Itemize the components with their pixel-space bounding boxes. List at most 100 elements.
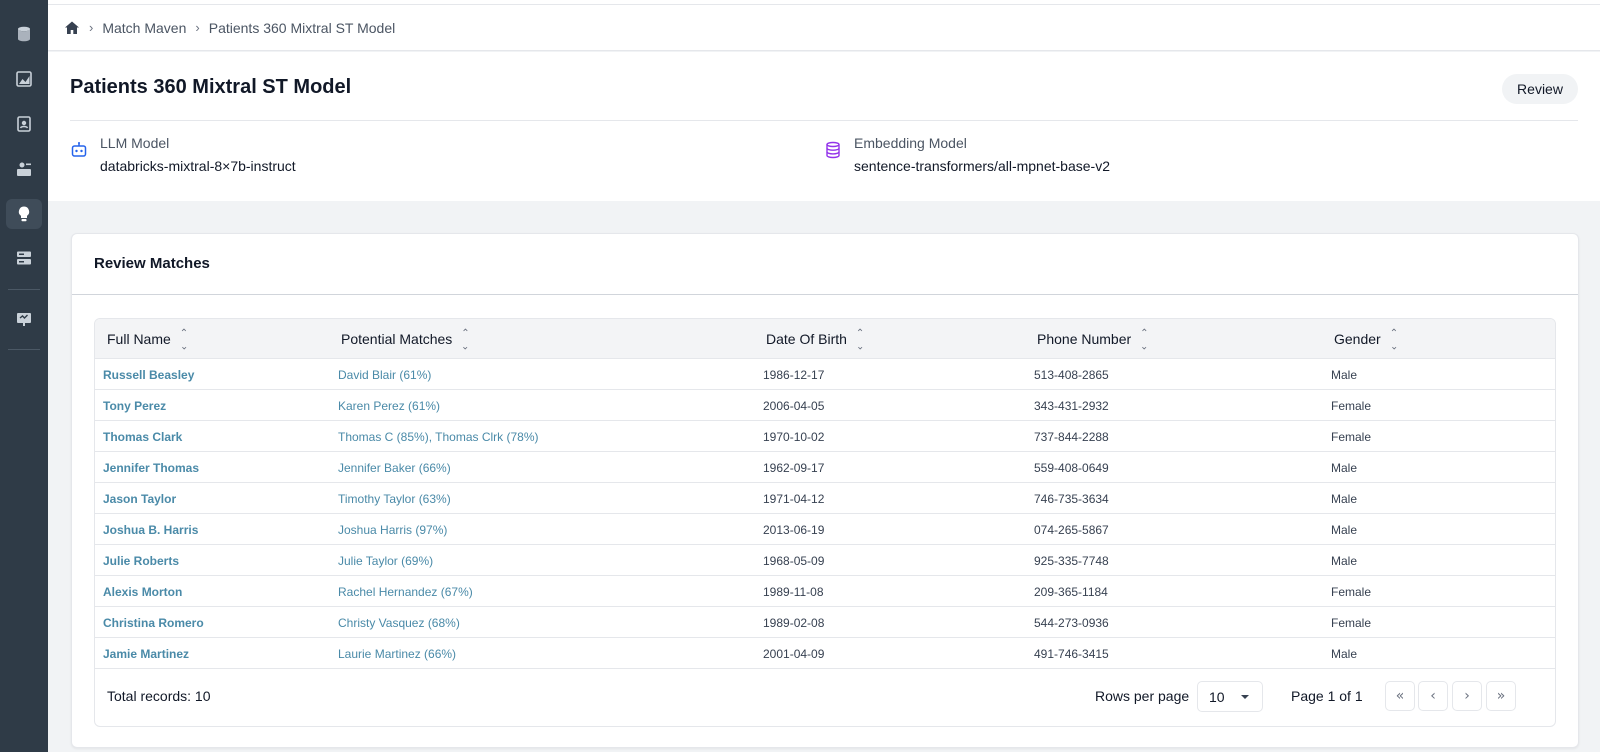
table-row: Alexis Morton Rachel Hernandez (67%) 198… (95, 576, 1555, 607)
sort-icon: ⌃ ⌃ (461, 328, 470, 351)
robot-icon (70, 141, 88, 159)
full-name-link[interactable]: Jamie Martinez (103, 638, 189, 669)
phone-number-cell: 737-844-2288 (1034, 429, 1109, 444)
full-name-link[interactable]: Thomas Clark (103, 421, 182, 452)
user-card-icon[interactable] (6, 154, 42, 184)
phone-number-cell: 209-365-1184 (1034, 584, 1108, 599)
presentation-icon[interactable] (6, 304, 42, 334)
card-divider (72, 294, 1578, 295)
date-of-birth-cell: 1968-05-09 (763, 553, 825, 568)
last-page-button[interactable]: » (1486, 681, 1516, 711)
column-header-label: Date Of Birth (766, 331, 847, 347)
main-content: › Match Maven › Patients 360 Mixtral ST … (48, 0, 1600, 752)
table-row: Tony Perez Karen Perez (61%) 2006-04-05 … (95, 390, 1555, 421)
table-row: Thomas Clark Thomas C (85%), Thomas Clrk… (95, 421, 1555, 452)
breadcrumb: › Match Maven › Patients 360 Mixtral ST … (48, 5, 1600, 51)
potential-matches-cell[interactable]: Laurie Martinez (66%) (338, 638, 456, 669)
column-header-date-of-birth[interactable]: Date Of Birth ⌃ ⌃ (766, 319, 864, 359)
column-header-potential-matches[interactable]: Potential Matches ⌃ ⌃ (341, 319, 470, 359)
caret-down-icon (1241, 695, 1249, 699)
potential-matches-cell[interactable]: Rachel Hernandez (67%) (338, 576, 473, 607)
page-info: Page 1 of 1 (1291, 688, 1363, 704)
breadcrumb-item-match-maven[interactable]: Match Maven (102, 20, 186, 36)
potential-matches-cell[interactable]: Thomas C (85%), Thomas Clrk (78%) (338, 421, 539, 452)
date-of-birth-cell: 2013-06-19 (763, 522, 825, 537)
lightbulb-icon[interactable] (6, 199, 42, 229)
potential-matches-cell[interactable]: Julie Taylor (69%) (338, 545, 433, 576)
gender-cell: Male (1331, 646, 1358, 661)
book-icon[interactable] (6, 109, 42, 139)
potential-matches-cell[interactable]: Jennifer Baker (66%) (338, 452, 451, 483)
database-icon[interactable] (6, 19, 42, 49)
potential-matches-cell[interactable]: Karen Perez (61%) (338, 390, 440, 421)
total-records: Total records: 10 (107, 688, 211, 704)
table-row: Joshua B. Harris Joshua Harris (97%) 201… (95, 514, 1555, 545)
full-name-link[interactable]: Jason Taylor (103, 483, 176, 514)
phone-number-cell: 491-746-3415 (1034, 646, 1109, 661)
gender-cell: Female (1331, 584, 1372, 599)
full-name-link[interactable]: Tony Perez (103, 390, 166, 421)
chevron-right-icon: › (195, 20, 200, 35)
date-of-birth-cell: 2006-04-05 (763, 398, 825, 413)
sidebar-divider (8, 349, 40, 350)
full-name-link[interactable]: Jennifer Thomas (103, 452, 199, 483)
gender-cell: Female (1331, 398, 1372, 413)
sort-icon: ⌃ ⌃ (855, 328, 865, 351)
embedding-model-value: sentence-transformers/all-mpnet-base-v2 (854, 158, 1110, 174)
first-page-button[interactable]: « (1385, 681, 1415, 711)
gender-cell: Female (1331, 615, 1372, 630)
rows-per-page-label: Rows per page (1095, 688, 1190, 704)
table-header: Full Name ⌃ ⌃ Potential Matches ⌃ ⌃ Date O… (95, 319, 1555, 359)
sort-icon: ⌃ ⌃ (1389, 328, 1399, 351)
date-of-birth-cell: 1971-04-12 (763, 491, 825, 506)
phone-number-cell: 513-408-2865 (1034, 367, 1109, 382)
column-header-label: Potential Matches (341, 331, 453, 347)
previous-page-button[interactable]: ‹ (1418, 681, 1448, 711)
phone-number-cell: 544-273-0936 (1034, 615, 1109, 630)
sort-icon: ⌃ ⌃ (179, 328, 189, 351)
column-header-full-name[interactable]: Full Name ⌃ ⌃ (107, 319, 188, 359)
potential-matches-cell[interactable]: David Blair (61%) (338, 359, 431, 390)
full-name-link[interactable]: Alexis Morton (103, 576, 182, 607)
table-footer: Total records: 10 Rows per page 10 Page … (95, 669, 1555, 726)
column-header-label: Phone Number (1037, 331, 1132, 347)
sidebar (0, 0, 48, 752)
potential-matches-cell[interactable]: Joshua Harris (97%) (338, 514, 447, 545)
table-row: Jamie Martinez Laurie Martinez (66%) 200… (95, 638, 1555, 669)
home-icon[interactable] (64, 20, 80, 36)
full-name-link[interactable]: Joshua B. Harris (103, 514, 198, 545)
sidebar-divider (8, 289, 40, 290)
date-of-birth-cell: 1986-12-17 (763, 367, 825, 382)
llm-model-value: databricks-mixtral-8×7b-instruct (100, 158, 296, 174)
column-header-gender[interactable]: Gender ⌃ ⌃ (1334, 319, 1398, 359)
chart-icon[interactable] (6, 64, 42, 94)
potential-matches-cell[interactable]: Timothy Taylor (63%) (338, 483, 451, 514)
phone-number-cell: 343-431-2932 (1034, 398, 1109, 413)
phone-number-cell: 074-265-5867 (1034, 522, 1109, 537)
gender-cell: Female (1331, 429, 1372, 444)
date-of-birth-cell: 1989-02-08 (763, 615, 825, 630)
phone-number-cell: 925-335-7748 (1034, 553, 1109, 568)
review-button[interactable]: Review (1502, 74, 1578, 104)
table-row: Jennifer Thomas Jennifer Baker (66%) 196… (95, 452, 1555, 483)
sort-icon: ⌃ ⌃ (1140, 328, 1149, 351)
full-name-link[interactable]: Julie Roberts (103, 545, 179, 576)
table-row: Jason Taylor Timothy Taylor (63%) 1971-0… (95, 483, 1555, 514)
column-header-label: Full Name (107, 331, 171, 347)
date-of-birth-cell: 1989-11-08 (763, 584, 824, 599)
next-page-button[interactable]: › (1452, 681, 1482, 711)
gender-cell: Male (1331, 460, 1358, 475)
rows-per-page-value: 10 (1209, 688, 1225, 705)
date-of-birth-cell: 1970-10-02 (763, 429, 825, 444)
table-row: Julie Roberts Julie Taylor (69%) 1968-05… (95, 545, 1555, 576)
gender-cell: Male (1331, 367, 1358, 382)
database-icon (824, 141, 842, 159)
rows-per-page-select[interactable]: 10 (1197, 681, 1263, 712)
column-header-phone-number[interactable]: Phone Number ⌃ ⌃ (1037, 319, 1149, 359)
potential-matches-cell[interactable]: Christy Vasquez (68%) (338, 607, 460, 638)
server-icon[interactable] (6, 243, 42, 273)
full-name-link[interactable]: Russell Beasley (103, 359, 194, 390)
full-name-link[interactable]: Christina Romero (103, 607, 204, 638)
matches-table: Full Name ⌃ ⌃ Potential Matches ⌃ ⌃ Date O… (94, 318, 1556, 727)
phone-number-cell: 559-408-0649 (1034, 460, 1109, 475)
